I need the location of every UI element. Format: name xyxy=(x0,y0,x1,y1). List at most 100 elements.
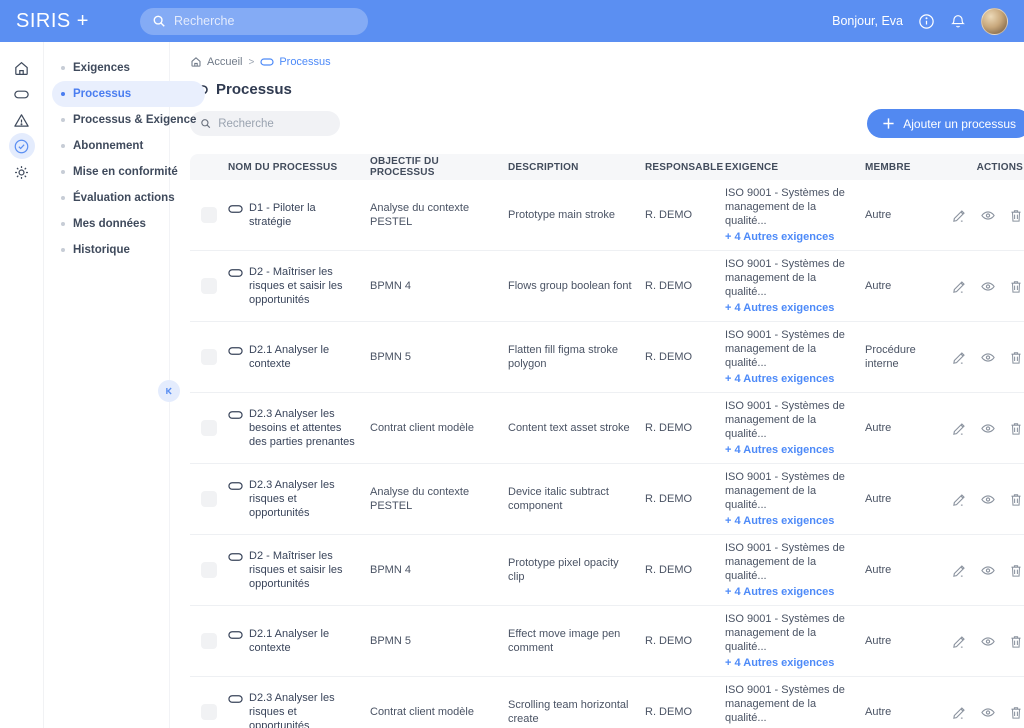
delete-icon[interactable] xyxy=(1009,421,1023,436)
sidebar-item-mise-en-conformité[interactable]: Mise en conformité xyxy=(52,159,205,185)
process-pill-icon xyxy=(260,56,274,68)
delete-icon[interactable] xyxy=(1009,279,1023,294)
cell-responsible: R. DEMO xyxy=(645,344,725,370)
cell-actions xyxy=(952,628,1024,655)
delete-icon[interactable] xyxy=(1009,350,1023,365)
bell-icon[interactable] xyxy=(950,13,966,30)
view-icon[interactable] xyxy=(980,563,996,578)
top-bar: SIRIS + Bonjour, Eva xyxy=(0,0,1024,42)
add-process-button[interactable]: Ajouter un processus xyxy=(867,109,1024,138)
sidebar-item-label: Mise en conformité xyxy=(73,166,178,178)
cell-actions xyxy=(952,415,1024,442)
table-search[interactable] xyxy=(190,111,340,136)
table-row[interactable]: D2.3 Analyser les risques et opportunité… xyxy=(190,677,1024,728)
view-icon[interactable] xyxy=(980,208,996,223)
view-icon[interactable] xyxy=(980,279,996,294)
cell-objective: BPMN 5 xyxy=(370,628,508,654)
delete-icon[interactable] xyxy=(1009,634,1023,649)
edit-icon[interactable] xyxy=(952,563,967,578)
edit-icon[interactable] xyxy=(952,705,967,720)
edit-icon[interactable] xyxy=(952,421,967,436)
page-title: Processus xyxy=(190,81,1024,98)
table-search-input[interactable] xyxy=(218,118,330,130)
view-icon[interactable] xyxy=(980,705,996,720)
sidebar-item-évaluation-actions[interactable]: Évaluation actions xyxy=(52,185,205,211)
edit-icon[interactable] xyxy=(952,634,967,649)
breadcrumb-current[interactable]: Processus xyxy=(260,56,330,68)
process-name-text: D2.3 Analyser les besoins et attentes de… xyxy=(249,407,360,449)
column-header-nom-du-processus: Nom du processus xyxy=(228,162,370,173)
view-icon[interactable] xyxy=(980,350,996,365)
edit-icon[interactable] xyxy=(952,279,967,294)
edit-icon[interactable] xyxy=(952,492,967,507)
sidebar-item-exigences[interactable]: Exigences xyxy=(52,55,205,81)
cell-requirement: ISO 9001 - Systèmes de management de la … xyxy=(725,322,865,392)
table-row[interactable]: D2 - Maîtriser les risques et saisir les… xyxy=(190,251,1024,322)
more-requirements-link[interactable]: + 4 Autres exigences xyxy=(725,585,855,599)
cell-requirement: ISO 9001 - Systèmes de management de la … xyxy=(725,677,865,728)
delete-icon[interactable] xyxy=(1009,563,1023,578)
process-pill-icon xyxy=(228,408,243,422)
info-icon[interactable] xyxy=(918,13,935,30)
process-name-text: D2.3 Analyser les risques et opportunité… xyxy=(249,478,360,520)
cell-requirement: ISO 9001 - Systèmes de management de la … xyxy=(725,464,865,534)
view-icon[interactable] xyxy=(980,421,996,436)
requirement-text: ISO 9001 - Systèmes de management de la … xyxy=(725,187,845,227)
cell-actions xyxy=(952,273,1024,300)
view-icon[interactable] xyxy=(980,634,996,649)
process-pill-icon[interactable] xyxy=(9,81,35,107)
table-row[interactable]: D2.1 Analyser le contexte BPMN 5 Effect … xyxy=(190,606,1024,677)
cell-process-name: D1 - Piloter la stratégie xyxy=(228,195,370,235)
breadcrumb: Accueil > Processus xyxy=(190,56,1024,68)
more-requirements-link[interactable]: + 4 Autres exigences xyxy=(725,443,855,457)
more-requirements-link[interactable]: + 4 Autres exigences xyxy=(725,656,855,670)
table-row[interactable]: D2 - Maîtriser les risques et saisir les… xyxy=(190,535,1024,606)
table-row[interactable]: D2.1 Analyser le contexte BPMN 5 Flatten… xyxy=(190,322,1024,393)
menu-bullet-dot xyxy=(61,222,65,226)
search-icon xyxy=(152,14,166,28)
sidebar-item-processus-exigence[interactable]: Processus & Exigence xyxy=(52,107,205,133)
cell-objective: Analyse du contexte PESTEL xyxy=(370,479,508,519)
user-avatar[interactable] xyxy=(981,8,1008,35)
view-icon[interactable] xyxy=(980,492,996,507)
table-body: D1 - Piloter la stratégie Analyse du con… xyxy=(190,180,1024,728)
cell-description: Flows group boolean font xyxy=(508,273,645,299)
menu-bullet-dot xyxy=(61,248,65,252)
requirement-text: ISO 9001 - Systèmes de management de la … xyxy=(725,400,845,440)
global-search-input[interactable] xyxy=(174,14,356,28)
delete-icon[interactable] xyxy=(1009,492,1023,507)
gear-icon[interactable] xyxy=(9,159,35,185)
table-row[interactable]: D1 - Piloter la stratégie Analyse du con… xyxy=(190,180,1024,251)
cell-member: Autre xyxy=(865,699,952,725)
table-row[interactable]: D2.3 Analyser les risques et opportunité… xyxy=(190,464,1024,535)
edit-icon[interactable] xyxy=(952,208,967,223)
cell-objective: Analyse du contexte PESTEL xyxy=(370,195,508,235)
cell-responsible: R. DEMO xyxy=(645,699,725,725)
delete-icon[interactable] xyxy=(1009,208,1023,223)
table-row[interactable]: D2.3 Analyser les besoins et attentes de… xyxy=(190,393,1024,464)
home-icon[interactable] xyxy=(9,55,35,81)
more-requirements-link[interactable]: + 4 Autres exigences xyxy=(725,301,855,315)
sidebar-item-abonnement[interactable]: Abonnement xyxy=(52,133,205,159)
global-search[interactable] xyxy=(140,8,368,35)
warning-triangle-icon[interactable] xyxy=(9,107,35,133)
sidebar-collapse-icon[interactable] xyxy=(158,380,180,402)
delete-icon[interactable] xyxy=(1009,705,1023,720)
requirement-text: ISO 9001 - Systèmes de management de la … xyxy=(725,542,845,582)
more-requirements-link[interactable]: + 4 Autres exigences xyxy=(725,230,855,244)
cell-requirement: ISO 9001 - Systèmes de management de la … xyxy=(725,393,865,463)
edit-icon[interactable] xyxy=(952,350,967,365)
cell-process-name: D2 - Maîtriser les risques et saisir les… xyxy=(228,259,370,313)
process-name-text: D2 - Maîtriser les risques et saisir les… xyxy=(249,265,360,307)
more-requirements-link[interactable]: + 4 Autres exigences xyxy=(725,372,855,386)
cell-requirement: ISO 9001 - Systèmes de management de la … xyxy=(725,535,865,605)
cell-responsible: R. DEMO xyxy=(645,557,725,583)
sidebar-item-mes-données[interactable]: Mes données xyxy=(52,211,205,237)
sidebar-item-processus[interactable]: Processus xyxy=(52,81,205,107)
menu-bullet-dot xyxy=(61,118,65,122)
check-circle-icon[interactable] xyxy=(9,133,35,159)
sidebar-item-historique[interactable]: Historique xyxy=(52,237,205,263)
sidebar-item-label: Mes données xyxy=(73,218,146,230)
more-requirements-link[interactable]: + 4 Autres exigences xyxy=(725,514,855,528)
cell-requirement: ISO 9001 - Systèmes de management de la … xyxy=(725,606,865,676)
